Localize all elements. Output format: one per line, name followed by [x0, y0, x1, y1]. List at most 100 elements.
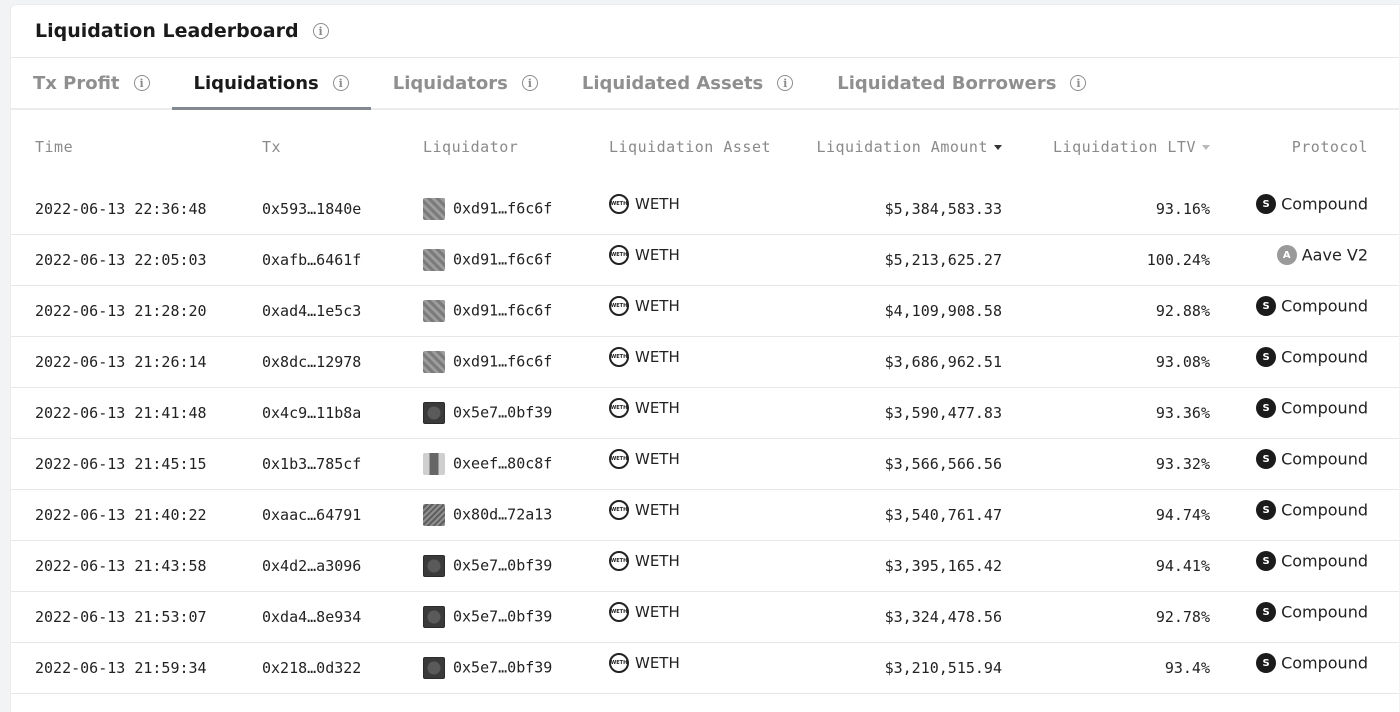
liquidator-address[interactable]: 0xd91…f6c6f [453, 302, 552, 320]
cell-time: 2022-06-13 21:53:07 [11, 591, 262, 643]
protocol-label: Compound [1281, 500, 1368, 520]
info-icon[interactable]: i [1070, 75, 1087, 91]
tab-bar: Tx Profit i Liquidations i Liquidators i… [11, 58, 1399, 110]
cell-protocol: S Compound [1210, 179, 1399, 230]
liquidator-avatar [423, 198, 445, 220]
cell-ltv: 92.78% [1002, 591, 1210, 643]
liquidator-address[interactable]: 0x5e7…0bf39 [453, 659, 552, 677]
table-row: 2022-06-13 22:36:48 0x593…1840e 0xd91…f6… [11, 179, 1399, 235]
tab-label: Liquidators [392, 72, 508, 94]
cell-tx-link[interactable]: 0x4d2…a3096 [262, 540, 423, 592]
table-row: 2022-06-13 21:40:22 0xaac…64791 0x80d…72… [11, 484, 1399, 541]
cell-protocol: A Aave V2 [1210, 229, 1399, 281]
protocol-label: Compound [1281, 296, 1368, 316]
cell-time: 2022-06-13 21:45:15 [11, 438, 262, 490]
table-row: 2022-06-13 21:43:58 0x4d2…a3096 0x5e7…0b… [11, 535, 1399, 592]
liquidator-avatar [423, 555, 445, 577]
cell-tx-link[interactable]: 0x218…0d322 [262, 642, 423, 694]
cell-amount: $3,540,761.47 [809, 489, 1002, 541]
column-header-ltv[interactable]: Liquidation LTV [1002, 110, 1210, 184]
liquidator-avatar [423, 504, 445, 526]
liquidator-avatar [423, 453, 445, 475]
tab-label: Liquidations [193, 72, 319, 94]
cell-asset: WETH WETH [609, 331, 809, 383]
cell-tx-link[interactable]: 0x8dc…12978 [262, 336, 423, 388]
cell-tx-link[interactable]: 0x1b3…785cf [262, 438, 423, 490]
cell-protocol: S Compound [1210, 280, 1399, 332]
liquidator-address[interactable]: 0xd91…f6c6f [453, 251, 552, 269]
protocol-label: Compound [1281, 347, 1368, 367]
sort-icon[interactable] [1202, 145, 1210, 150]
tab-tx-profit[interactable]: Tx Profit i [11, 58, 172, 108]
tab-liquidated-borrowers[interactable]: Liquidated Borrowers i [815, 58, 1108, 108]
table-header-row: Time Tx Liquidator Liquidation Asset Liq… [11, 110, 1399, 184]
compound-icon: S [1256, 347, 1277, 367]
cell-protocol: S Compound [1210, 484, 1399, 536]
liquidator-avatar [423, 402, 445, 424]
cell-liquidator[interactable]: 0x5e7…0bf39 [423, 540, 609, 592]
cell-liquidator[interactable]: 0x5e7…0bf39 [423, 387, 609, 439]
asset-label: WETH [635, 195, 680, 213]
cell-asset: WETH WETH [609, 280, 809, 332]
cell-tx-link[interactable]: 0x4c9…11b8a [262, 387, 423, 439]
cell-tx-link[interactable]: 0xad4…1e5c3 [262, 285, 423, 337]
info-icon[interactable]: i [521, 75, 538, 91]
column-header-amount[interactable]: Liquidation Amount [809, 110, 1002, 184]
cell-liquidator[interactable]: 0xd91…f6c6f [423, 336, 609, 388]
cell-protocol: S Compound [1210, 382, 1399, 434]
cell-liquidator[interactable]: 0xd91…f6c6f [423, 285, 609, 337]
cell-liquidator[interactable]: 0xeef…80c8f [423, 438, 609, 490]
info-icon[interactable]: i [777, 75, 794, 91]
liquidations-table: Time Tx Liquidator Liquidation Asset Liq… [11, 110, 1399, 694]
liquidator-address[interactable]: 0x80d…72a13 [453, 506, 552, 524]
protocol-label: Compound [1281, 551, 1368, 571]
liquidator-address[interactable]: 0x5e7…0bf39 [453, 404, 552, 422]
tab-label: Liquidated Assets [581, 72, 764, 94]
tab-liquidations[interactable]: Liquidations i [171, 58, 371, 110]
liquidator-address[interactable]: 0xd91…f6c6f [453, 353, 552, 371]
cell-ltv: 100.24% [1002, 234, 1210, 286]
liquidator-address[interactable]: 0x5e7…0bf39 [453, 608, 552, 626]
protocol-label: Compound [1281, 398, 1368, 418]
tab-liquidators[interactable]: Liquidators i [371, 58, 560, 108]
cell-tx-link[interactable]: 0x593…1840e [262, 184, 423, 235]
cell-protocol: S Compound [1210, 433, 1399, 485]
tab-liquidated-assets[interactable]: Liquidated Assets i [560, 58, 815, 108]
info-icon[interactable]: i [312, 23, 329, 39]
cell-liquidator[interactable]: 0xd91…f6c6f [423, 234, 609, 286]
weth-icon: WETH [609, 398, 629, 418]
cell-liquidator[interactable]: 0x5e7…0bf39 [423, 591, 609, 643]
cell-amount: $5,213,625.27 [809, 234, 1002, 286]
liquidator-address[interactable]: 0xeef…80c8f [453, 455, 552, 473]
cell-time: 2022-06-13 21:40:22 [11, 489, 262, 541]
cell-tx-link[interactable]: 0xafb…6461f [262, 234, 423, 286]
cell-liquidator[interactable]: 0x5e7…0bf39 [423, 642, 609, 694]
tab-label: Tx Profit [33, 72, 120, 94]
sort-desc-icon[interactable] [994, 145, 1002, 150]
info-icon[interactable]: i [332, 75, 349, 91]
asset-label: WETH [635, 297, 680, 315]
cell-asset: WETH WETH [609, 382, 809, 434]
cell-ltv: 94.74% [1002, 489, 1210, 541]
weth-icon: WETH [609, 296, 629, 316]
info-icon[interactable]: i [133, 75, 150, 91]
liquidator-avatar [423, 606, 445, 628]
liquidator-address[interactable]: 0xd91…f6c6f [453, 200, 552, 218]
cell-ltv: 92.88% [1002, 285, 1210, 337]
card-header: Liquidation Leaderboard i [11, 5, 1399, 58]
liquidator-address[interactable]: 0x5e7…0bf39 [453, 557, 552, 575]
compound-icon: S [1256, 194, 1277, 214]
cell-tx-link[interactable]: 0xaac…64791 [262, 489, 423, 541]
compound-icon: S [1256, 602, 1277, 622]
asset-label: WETH [635, 399, 680, 417]
weth-icon: WETH [609, 449, 629, 469]
cell-liquidator[interactable]: 0x80d…72a13 [423, 489, 609, 541]
cell-tx-link[interactable]: 0xda4…8e934 [262, 591, 423, 643]
column-header-asset: Liquidation Asset [609, 138, 772, 156]
asset-label: WETH [635, 654, 680, 672]
cell-time: 2022-06-13 21:28:20 [11, 285, 262, 337]
cell-amount: $3,210,515.94 [809, 642, 1002, 694]
cell-liquidator[interactable]: 0xd91…f6c6f [423, 184, 609, 235]
liquidator-avatar [423, 249, 445, 271]
table-row: 2022-06-13 21:28:20 0xad4…1e5c3 0xd91…f6… [11, 280, 1399, 337]
